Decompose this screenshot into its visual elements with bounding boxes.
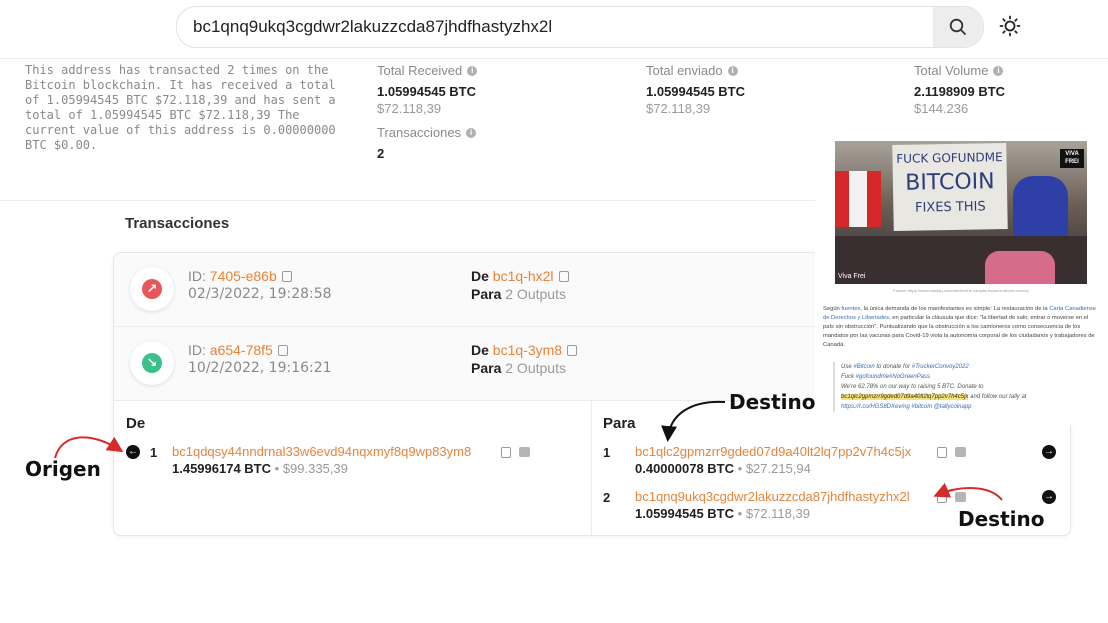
destino-bottom-arrow [933,482,1003,501]
destination-annotation: Destino [729,390,816,414]
destination-annotation: Destino [958,507,1045,531]
origin-annotation: Origen [25,457,101,481]
destino-top-arrow [661,400,726,442]
annotation-arrows [54,400,1003,501]
origin-arrow [54,436,124,459]
